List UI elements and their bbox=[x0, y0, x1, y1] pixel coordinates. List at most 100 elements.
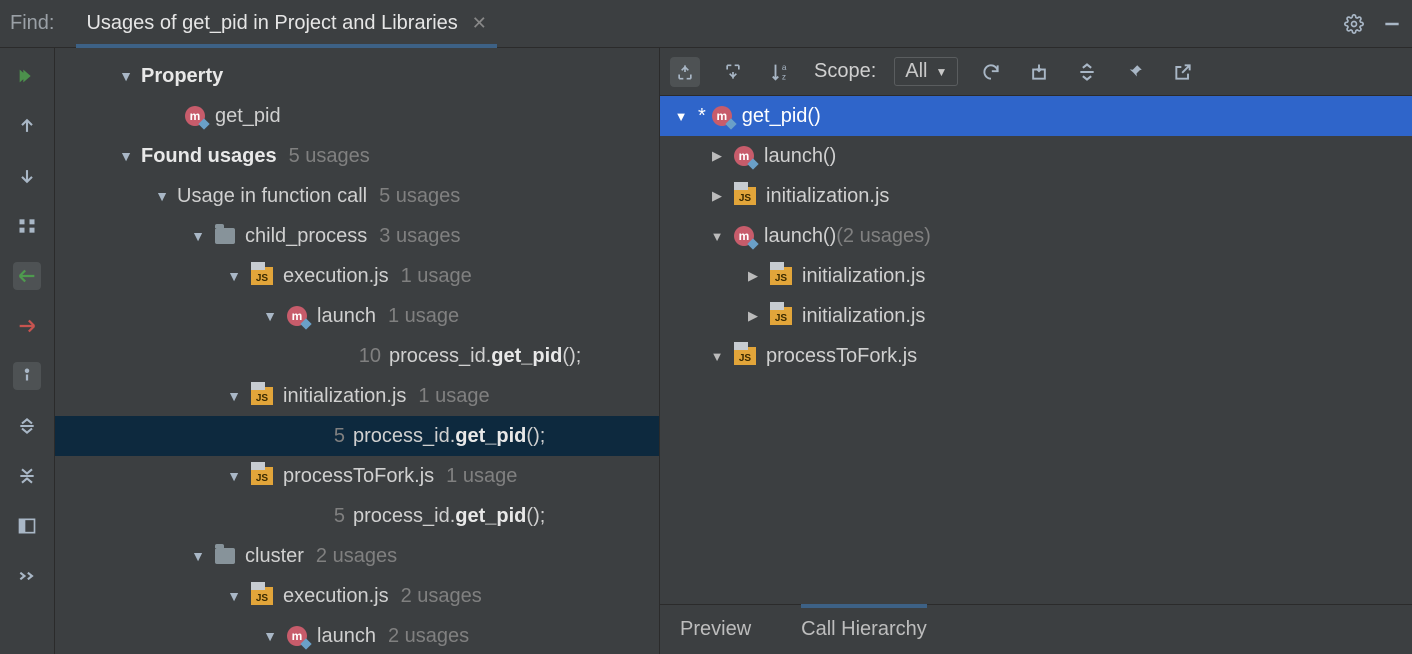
node-label: launch() bbox=[764, 225, 836, 248]
rerun-icon[interactable] bbox=[13, 62, 41, 90]
js-file-icon bbox=[251, 587, 273, 605]
scope-label: Scope: bbox=[814, 60, 876, 83]
node-label: initialization.js bbox=[802, 305, 925, 328]
tree-node-g1f1m[interactable]: ▼ m launch 1 usage bbox=[55, 296, 659, 336]
tree-node-g1f2[interactable]: ▼ initialization.js 1 usage bbox=[55, 376, 659, 416]
hierarchy-node[interactable]: ▶ m launch() bbox=[660, 136, 1412, 176]
hierarchy-tree[interactable]: ▼ * m get_pid() ▶ m launch() ▶ initializ… bbox=[660, 96, 1412, 604]
tree-node-property[interactable]: ▼ Property bbox=[55, 56, 659, 96]
method-icon: m bbox=[287, 306, 307, 326]
js-file-icon bbox=[734, 187, 756, 205]
more-icon[interactable] bbox=[13, 562, 41, 590]
root-name: get_pid() bbox=[742, 105, 821, 128]
js-file-icon bbox=[770, 307, 792, 325]
g2f1m-name: launch bbox=[317, 625, 376, 648]
info-icon[interactable] bbox=[13, 362, 41, 390]
chevron-down-icon: ▼ bbox=[936, 65, 948, 79]
prev-occurrence-icon[interactable] bbox=[13, 112, 41, 140]
gear-icon[interactable] bbox=[1342, 12, 1366, 36]
tree-node-found[interactable]: ▼ Found usages 5 usages bbox=[55, 136, 659, 176]
group2-count: 2 usages bbox=[316, 545, 397, 568]
preview-pane-icon[interactable] bbox=[13, 512, 41, 540]
line-no: 10 bbox=[353, 345, 381, 368]
call-hierarchy-panel: az Scope: All ▼ bbox=[660, 48, 1412, 654]
node-label: launch() bbox=[764, 145, 836, 168]
method-icon: m bbox=[734, 146, 754, 166]
chevron-right-icon: ▶ bbox=[708, 188, 726, 204]
tree-leaf-usage[interactable]: 10 process_id.get_pid(); bbox=[55, 336, 659, 376]
expand-icon[interactable] bbox=[1072, 57, 1102, 87]
tab-call-hierarchy[interactable]: Call Hierarchy bbox=[801, 605, 927, 654]
hierarchy-node[interactable]: ▼ processToFork.js bbox=[660, 336, 1412, 376]
export-icon[interactable] bbox=[13, 262, 41, 290]
ufc-count: 5 usages bbox=[379, 185, 460, 208]
group2-name: cluster bbox=[245, 545, 304, 568]
js-file-icon bbox=[770, 267, 792, 285]
next-occurrence-icon[interactable] bbox=[13, 162, 41, 190]
code-post: (); bbox=[526, 425, 545, 448]
code-pre: process_id. bbox=[353, 425, 455, 448]
sort-alpha-icon[interactable]: az bbox=[766, 57, 796, 87]
usages-tree[interactable]: ▼ Property m get_pid ▼ Found usages 5 us… bbox=[55, 48, 660, 654]
code-post: (); bbox=[526, 505, 545, 528]
method-icon: m bbox=[734, 226, 754, 246]
folder-icon bbox=[215, 548, 235, 564]
tree-leaf-usage[interactable]: 5 process_id.get_pid(); bbox=[55, 496, 659, 536]
collapse-all-icon[interactable] bbox=[13, 462, 41, 490]
g1f3-name: processToFork.js bbox=[283, 465, 434, 488]
code-bold: get_pid bbox=[455, 425, 526, 448]
hierarchy-node[interactable]: ▶ initialization.js bbox=[660, 296, 1412, 336]
g1f3-count: 1 usage bbox=[446, 465, 517, 488]
minimize-icon[interactable] bbox=[1380, 12, 1404, 36]
find-label: Find: bbox=[10, 12, 54, 35]
tab-preview[interactable]: Preview bbox=[680, 605, 751, 654]
g2f1m-count: 2 usages bbox=[388, 625, 469, 648]
g1f2-count: 1 usage bbox=[418, 385, 489, 408]
g2f1-name: execution.js bbox=[283, 585, 389, 608]
g2f1-count: 2 usages bbox=[401, 585, 482, 608]
tree-node-property-item[interactable]: m get_pid bbox=[55, 96, 659, 136]
group-by-icon[interactable] bbox=[13, 212, 41, 240]
tree-leaf-usage[interactable]: 5 process_id.get_pid(); bbox=[55, 416, 659, 456]
hierarchy-node[interactable]: ▼ m launch() (2 usages) bbox=[660, 216, 1412, 256]
scope-combo[interactable]: All ▼ bbox=[894, 57, 958, 86]
hierarchy-node[interactable]: ▶ initialization.js bbox=[660, 256, 1412, 296]
line-no: 5 bbox=[317, 505, 345, 528]
hierarchy-toolbar: az Scope: All ▼ bbox=[660, 48, 1412, 96]
tree-node-g2f1m[interactable]: ▼ m launch 2 usages bbox=[55, 616, 659, 654]
find-tab[interactable]: Usages of get_pid in Project and Librari… bbox=[76, 0, 496, 47]
code-pre: process_id. bbox=[353, 505, 455, 528]
chevron-down-icon: ▼ bbox=[708, 229, 726, 244]
node-count: (2 usages) bbox=[836, 225, 931, 248]
refresh-icon[interactable] bbox=[976, 57, 1006, 87]
bottom-tabs: Preview Call Hierarchy bbox=[660, 604, 1412, 654]
hierarchy-root[interactable]: ▼ * m get_pid() bbox=[660, 96, 1412, 136]
close-icon[interactable]: ✕ bbox=[472, 13, 487, 34]
expand-all-icon[interactable] bbox=[13, 412, 41, 440]
folder-icon bbox=[215, 228, 235, 244]
code-post: (); bbox=[562, 345, 581, 368]
tree-node-g1f3[interactable]: ▼ processToFork.js 1 usage bbox=[55, 456, 659, 496]
caller-hierarchy-icon[interactable] bbox=[718, 57, 748, 87]
find-tab-title: Usages of get_pid in Project and Librari… bbox=[86, 12, 457, 35]
callee-hierarchy-icon[interactable] bbox=[670, 57, 700, 87]
open-new-icon[interactable] bbox=[1168, 57, 1198, 87]
tree-node-group2[interactable]: ▼ cluster 2 usages bbox=[55, 536, 659, 576]
line-no: 5 bbox=[317, 425, 345, 448]
chevron-right-icon: ▶ bbox=[708, 148, 726, 164]
found-label: Found usages bbox=[141, 145, 277, 168]
g1f1-count: 1 usage bbox=[401, 265, 472, 288]
property-label: Property bbox=[141, 65, 223, 88]
method-icon: m bbox=[287, 626, 307, 646]
hierarchy-node[interactable]: ▶ initialization.js bbox=[660, 176, 1412, 216]
g1f2-name: initialization.js bbox=[283, 385, 406, 408]
tree-node-g2f1[interactable]: ▼ execution.js 2 usages bbox=[55, 576, 659, 616]
autoscroll-icon[interactable] bbox=[1024, 57, 1054, 87]
chevron-right-icon: ▶ bbox=[744, 308, 762, 324]
tree-node-ufc[interactable]: ▼ Usage in function call 5 usages bbox=[55, 176, 659, 216]
code-bold: get_pid bbox=[491, 345, 562, 368]
pin-icon[interactable] bbox=[1120, 57, 1150, 87]
import-icon[interactable] bbox=[13, 312, 41, 340]
tree-node-g1f1[interactable]: ▼ execution.js 1 usage bbox=[55, 256, 659, 296]
tree-node-group1[interactable]: ▼ child_process 3 usages bbox=[55, 216, 659, 256]
